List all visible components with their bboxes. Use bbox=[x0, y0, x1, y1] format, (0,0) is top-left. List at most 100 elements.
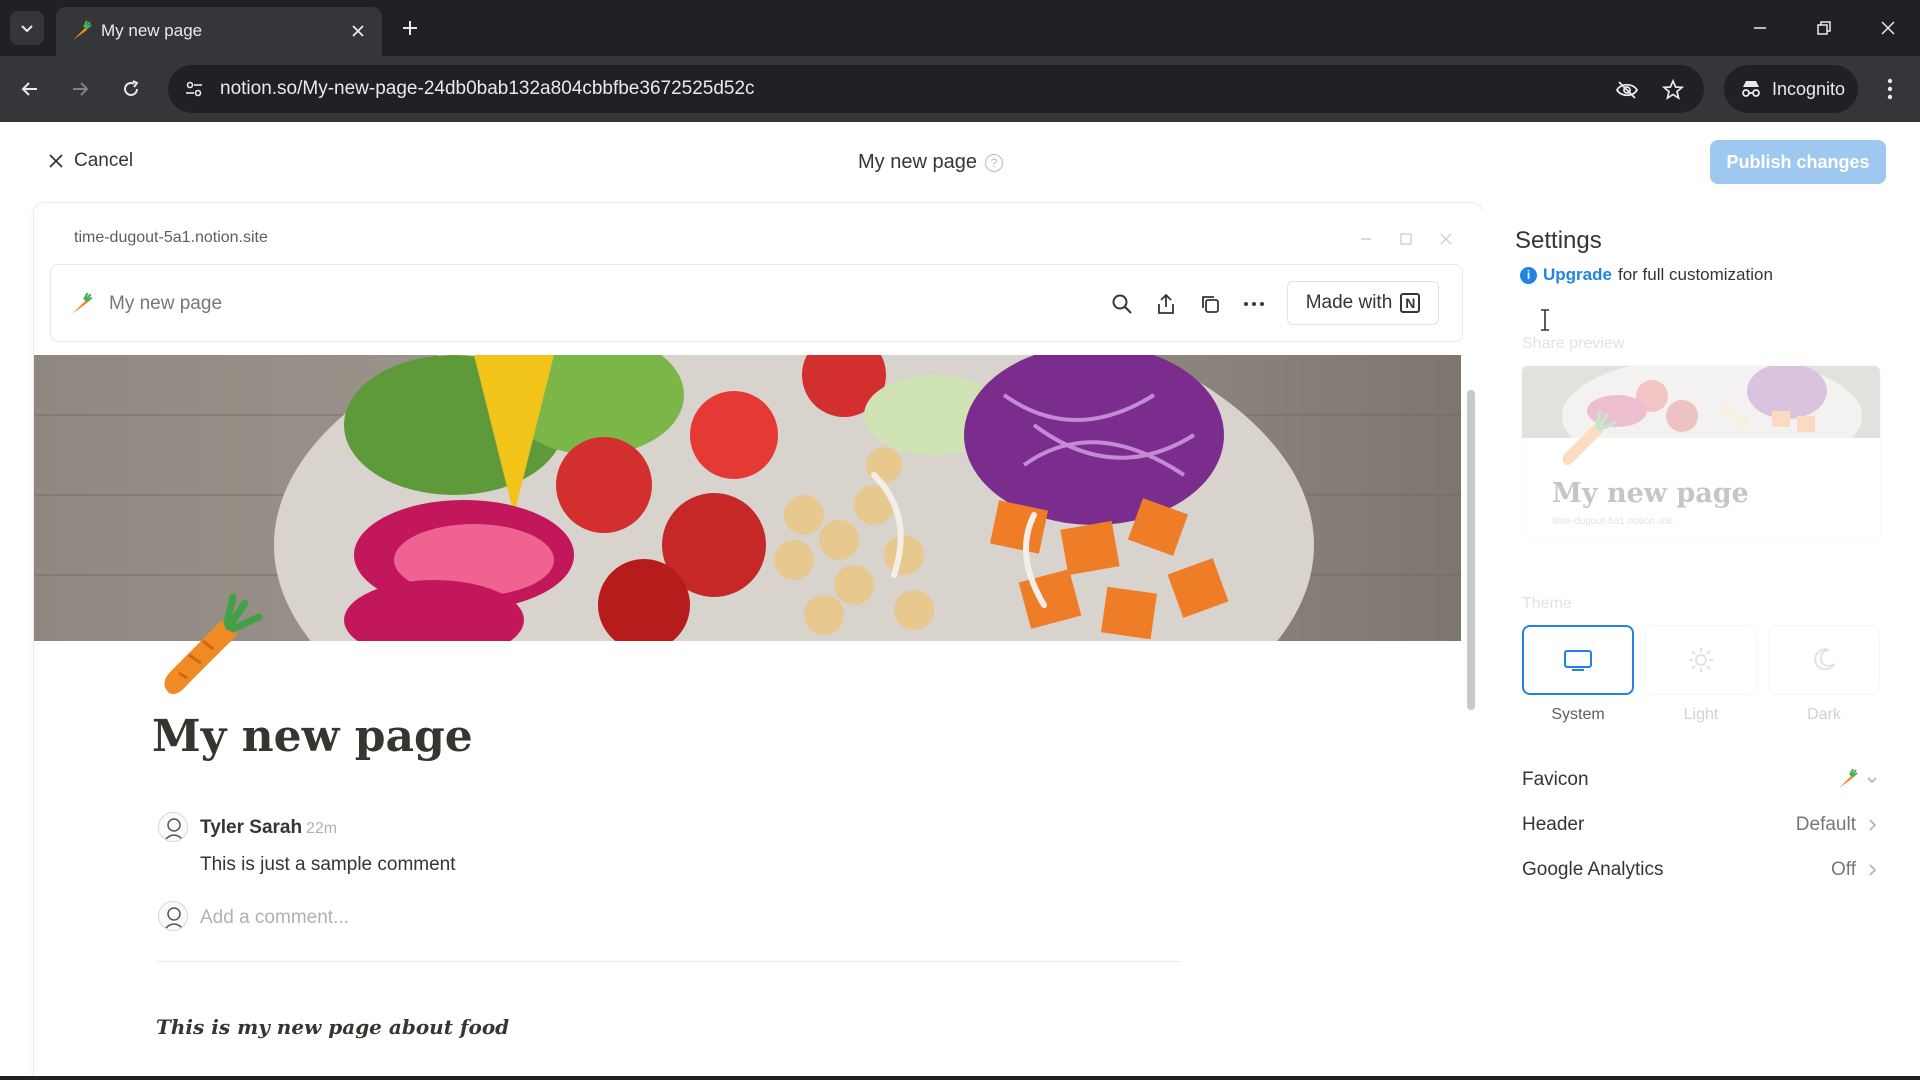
reload-button[interactable] bbox=[115, 73, 147, 105]
preview-domain: time-dugout-5a1.notion.site bbox=[74, 229, 268, 246]
tune-icon bbox=[186, 81, 202, 97]
back-button[interactable] bbox=[14, 73, 46, 105]
publish-changes-button[interactable]: Publish changes bbox=[1710, 140, 1886, 184]
tab-close-button[interactable] bbox=[346, 19, 370, 43]
incognito-label: Incognito bbox=[1772, 78, 1846, 99]
tab-search-button[interactable] bbox=[10, 11, 44, 45]
browser-tab-active[interactable]: My new page bbox=[56, 7, 382, 56]
preview-scrollbar[interactable] bbox=[1465, 378, 1475, 728]
restore-window-button[interactable] bbox=[1804, 10, 1844, 46]
close-window-button[interactable] bbox=[1868, 10, 1908, 46]
share-preview-card: My new page time-dugout-5a1.notion.site bbox=[1522, 366, 1880, 538]
sun-icon bbox=[1689, 648, 1713, 672]
eye-off-icon bbox=[1615, 81, 1639, 99]
url-text[interactable]: notion.so/My-new-page-24db0bab132a804cbb… bbox=[220, 78, 755, 100]
search-icon bbox=[1112, 294, 1132, 314]
plus-icon bbox=[403, 21, 417, 35]
star-icon bbox=[1661, 78, 1685, 100]
preview-close-icon bbox=[1434, 227, 1458, 251]
minimize-window-button[interactable] bbox=[1740, 10, 1780, 46]
site-duplicate-button[interactable] bbox=[1196, 290, 1224, 318]
header-label: Header bbox=[1522, 814, 1585, 835]
share-preview-label: Share preview bbox=[1522, 335, 1625, 352]
theme-label: Theme bbox=[1522, 595, 1572, 612]
carrot-page-icon[interactable] bbox=[149, 583, 269, 703]
browser-menu-button[interactable] bbox=[1874, 73, 1906, 105]
preview-minimize-icon bbox=[1354, 227, 1378, 251]
site-share-button[interactable] bbox=[1152, 290, 1180, 318]
close-icon bbox=[352, 25, 364, 37]
share-preview-title: My new page bbox=[1552, 478, 1749, 509]
arrow-left-icon bbox=[21, 82, 37, 96]
chevron-down-icon bbox=[1864, 769, 1880, 791]
moon-icon bbox=[1814, 648, 1835, 671]
browser-tab-strip: My new page bbox=[0, 0, 1920, 56]
made-with-label: Made with bbox=[1305, 292, 1393, 313]
tracking-protection-button[interactable] bbox=[1614, 77, 1640, 103]
preview-scrollbar-thumb[interactable] bbox=[1467, 390, 1475, 710]
settings-title: Settings bbox=[1515, 227, 1602, 254]
chevron-down-icon bbox=[21, 25, 33, 33]
page-heading-title: My new page bbox=[858, 151, 977, 173]
favicon-label: Favicon bbox=[1522, 769, 1589, 790]
monitor-icon bbox=[1564, 650, 1592, 671]
notion-logo-icon: N bbox=[1400, 293, 1421, 313]
page-title: My new page bbox=[152, 711, 473, 762]
page-body-text[interactable]: This is my new page about food bbox=[156, 1015, 509, 1039]
address-bar[interactable]: notion.so/My-new-page-24db0bab132a804cbb… bbox=[168, 65, 1704, 113]
bookmark-star-button[interactable] bbox=[1660, 77, 1686, 103]
theme-dark-option[interactable] bbox=[1768, 625, 1880, 695]
close-icon bbox=[1881, 21, 1895, 35]
upgrade-notice: i Upgrade for full customization bbox=[1520, 265, 1773, 285]
commenter-avatar bbox=[158, 812, 188, 842]
theme-system-label: System bbox=[1551, 706, 1605, 723]
share-icon bbox=[1158, 293, 1174, 314]
site-search-button[interactable] bbox=[1108, 290, 1136, 318]
carrot-favicon-icon bbox=[73, 20, 92, 40]
taskbar-edge bbox=[0, 1076, 1920, 1080]
comment-author: Tyler Sarah bbox=[200, 817, 303, 838]
comment-divider bbox=[156, 961, 1182, 962]
comment-time: 22m bbox=[306, 820, 338, 837]
favicon-setting-row[interactable]: Favicon bbox=[1522, 765, 1880, 795]
upgrade-text: for full customization bbox=[1617, 265, 1773, 284]
new-tab-button[interactable] bbox=[394, 12, 426, 44]
text-cursor-icon bbox=[1541, 309, 1549, 331]
google-analytics-value: Off bbox=[1831, 859, 1856, 880]
close-icon bbox=[49, 154, 63, 168]
arrow-right-icon bbox=[73, 82, 89, 96]
chevron-right-icon bbox=[1864, 814, 1880, 836]
incognito-indicator[interactable]: Incognito bbox=[1724, 65, 1858, 113]
google-analytics-setting-row[interactable]: Google Analytics Off bbox=[1522, 855, 1880, 885]
theme-light-label: Light bbox=[1683, 706, 1719, 723]
page-heading: My new page ? bbox=[858, 151, 1003, 174]
header-setting-row[interactable]: Header Default bbox=[1522, 810, 1880, 840]
theme-light-option[interactable] bbox=[1645, 625, 1757, 695]
add-comment-input[interactable]: Add a comment... bbox=[200, 907, 349, 929]
duplicate-icon bbox=[1202, 296, 1219, 313]
more-vertical-icon bbox=[1887, 78, 1893, 100]
tab-title: My new page bbox=[101, 21, 203, 40]
theme-dark-label: Dark bbox=[1807, 706, 1841, 723]
theme-system-option[interactable] bbox=[1522, 625, 1634, 695]
restore-icon bbox=[1817, 21, 1831, 35]
cancel-button[interactable]: Cancel bbox=[48, 150, 133, 172]
cancel-label: Cancel bbox=[74, 150, 134, 171]
minimize-icon bbox=[1754, 27, 1766, 29]
google-analytics-label: Google Analytics bbox=[1522, 859, 1664, 880]
comment-text: This is just a sample comment bbox=[200, 854, 456, 875]
browser-toolbar: notion.so/My-new-page-24db0bab132a804cbb… bbox=[0, 56, 1920, 122]
chevron-right-icon bbox=[1864, 859, 1880, 881]
site-more-button[interactable] bbox=[1240, 290, 1268, 318]
site-header-bar: My new page Made with N bbox=[50, 264, 1463, 342]
carrot-icon bbox=[1562, 409, 1617, 466]
site-header-title[interactable]: My new page bbox=[109, 293, 222, 315]
help-icon[interactable]: ? bbox=[984, 153, 1003, 172]
made-with-notion-button[interactable]: Made with N bbox=[1287, 281, 1439, 325]
site-info-button[interactable] bbox=[182, 77, 206, 101]
more-horizontal-icon bbox=[1244, 302, 1264, 306]
upgrade-link[interactable]: Upgrade bbox=[1543, 265, 1612, 285]
forward-button[interactable] bbox=[64, 73, 96, 105]
share-preview-domain: time-dugout-5a1.notion.site bbox=[1552, 516, 1674, 527]
preview-maximize-icon bbox=[1394, 227, 1418, 251]
